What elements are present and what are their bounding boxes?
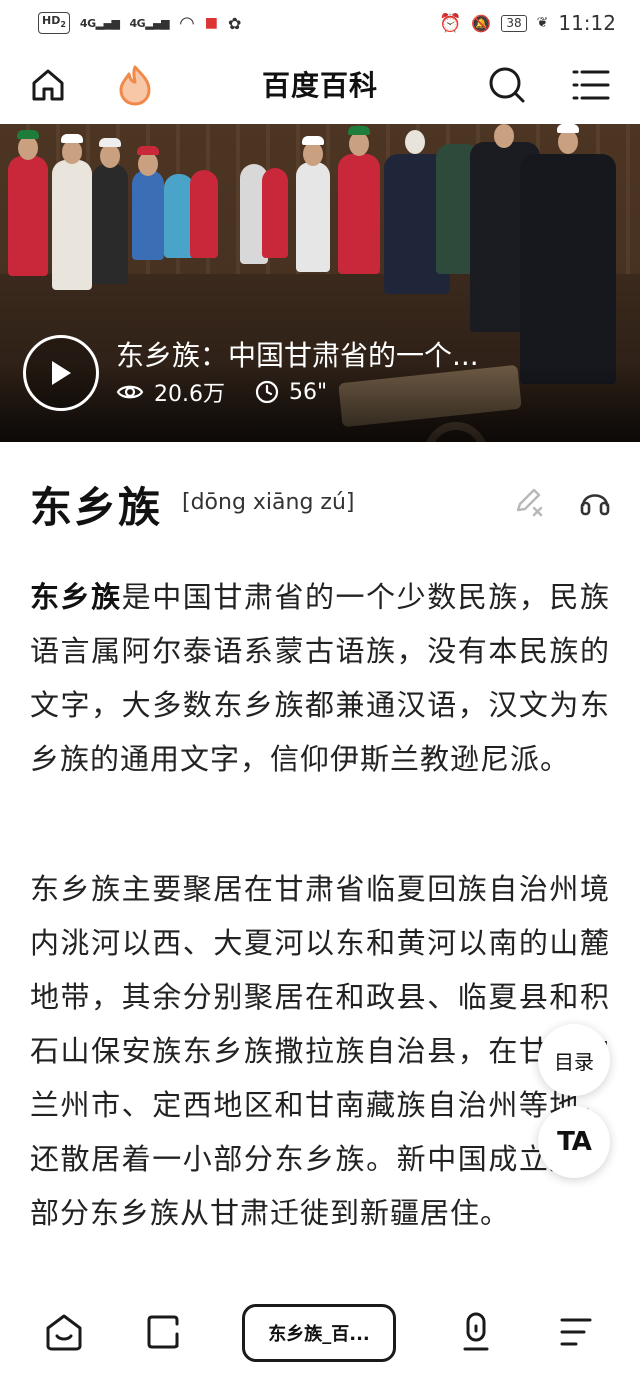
wifi-icon: ◠	[179, 12, 195, 34]
summary-paragraph: 东乡族是中国甘肃省的一个少数民族，民族语言属阿尔泰语系蒙古语族，没有本民族的文字…	[30, 570, 610, 786]
windows-icon	[147, 1315, 179, 1349]
signal-icon: 4G▂▄▆	[79, 16, 120, 30]
mute-icon: 🔕	[471, 13, 492, 33]
clock-icon	[255, 380, 279, 404]
battery-icon: 38	[501, 14, 527, 32]
nav-menu-button[interactable]	[554, 1310, 598, 1354]
page-title: 百度百科	[261, 69, 378, 102]
status-right: ⏰ 🔕 38 ❦ 11:12	[439, 11, 616, 35]
edit-button[interactable]	[512, 484, 546, 518]
menu-button[interactable]	[568, 62, 614, 108]
notification-icon: ✿	[228, 13, 242, 33]
play-button[interactable]	[23, 335, 99, 411]
summary-term: 东乡族	[30, 580, 122, 614]
video-banner[interactable]: 东乡族：中国甘肃省的一个... 20.6万 56"	[0, 124, 640, 442]
status-left: HD2 4G▂▄▆ 4G▂▄▆ ◠ ■ ✿	[38, 12, 242, 34]
toc-button[interactable]: 目录	[538, 1024, 610, 1096]
nav-home-button[interactable]	[42, 1310, 86, 1354]
headphones-icon	[580, 494, 610, 516]
menu-icon	[572, 70, 610, 100]
video-meta: 20.6万 56"	[116, 376, 357, 408]
status-bar: HD2 4G▂▄▆ 4G▂▄▆ ◠ ■ ✿ ⏰ 🔕 38 ❦ 11:12	[0, 0, 640, 46]
app-header: 百度百科	[0, 46, 640, 124]
signal-icon: 4G▂▄▆	[129, 16, 170, 30]
menu-lines-icon	[560, 1318, 592, 1346]
hot-flame-icon	[119, 65, 151, 106]
eye-icon	[116, 385, 144, 399]
alarm-icon: ⏰	[439, 12, 462, 34]
entry-pinyin: [dōng xiāng zú]	[182, 490, 355, 515]
duration-value: 56"	[289, 379, 328, 405]
leaf-icon: ❦	[536, 15, 549, 31]
play-icon	[52, 361, 71, 385]
voice-button[interactable]	[454, 1310, 498, 1354]
microphone-icon	[463, 1312, 489, 1351]
hd-badge: HD2	[38, 12, 70, 34]
search-button[interactable]	[484, 62, 530, 108]
view-count: 20.6万	[116, 376, 225, 408]
home-icon	[32, 69, 64, 101]
nav-tabs-button[interactable]	[142, 1310, 186, 1354]
body-paragraph: 东乡族主要聚居在甘肃省临夏回族自治州境内洮河以西、大夏河以东和黄河以南的山麓地带…	[30, 872, 610, 1230]
duration: 56"	[255, 380, 327, 405]
clock: 11:12	[558, 11, 616, 35]
view-count-value: 20.6万	[154, 382, 225, 407]
edit-icon	[516, 488, 543, 517]
listen-button[interactable]	[578, 484, 612, 518]
search-icon	[489, 67, 525, 103]
home-button[interactable]	[25, 62, 71, 108]
app-notification-icon: ■	[204, 15, 219, 31]
entry-title: 东乡族	[30, 483, 163, 532]
current-tab[interactable]: 东乡族_百...	[242, 1304, 396, 1362]
ta-button[interactable]: TA	[538, 1106, 610, 1178]
browser-home-icon	[46, 1314, 82, 1351]
video-title: 东乡族：中国甘肃省的一个...	[116, 339, 479, 372]
bottom-navigation: 东乡族_百...	[0, 1290, 640, 1386]
hot-button[interactable]	[112, 62, 158, 108]
